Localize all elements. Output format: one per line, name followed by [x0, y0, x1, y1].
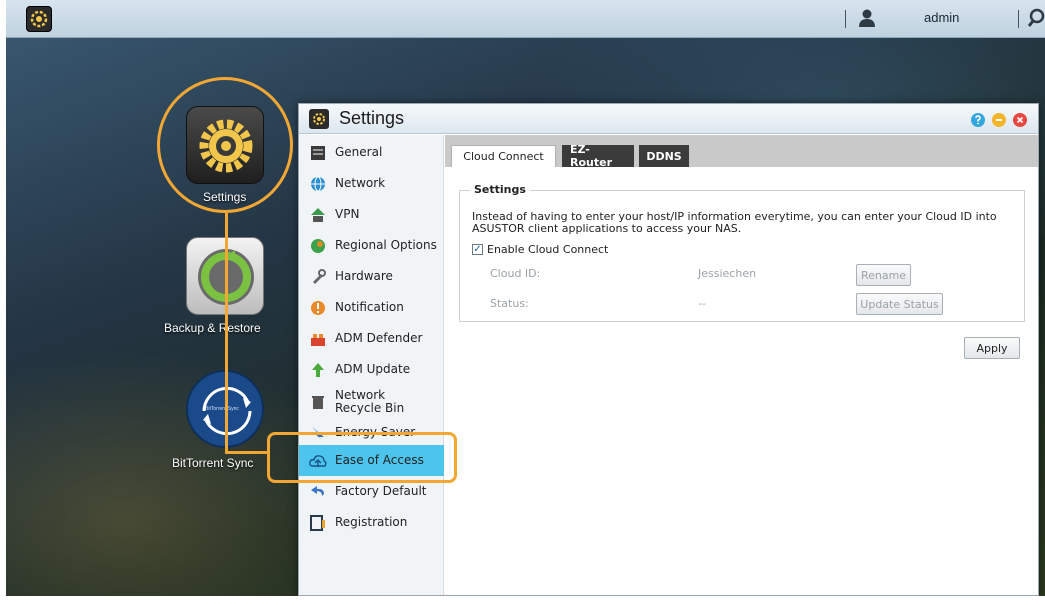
enable-cloud-connect-row[interactable]: ✓ Enable Cloud Connect [472, 243, 608, 256]
hardware-icon [309, 268, 327, 286]
app-label: BitTorrent Sync [172, 456, 254, 470]
enable-cloud-connect-checkbox[interactable]: ✓ [472, 244, 483, 255]
window-title: Settings [339, 108, 405, 128]
cloud-id-value: Jessiechen [698, 267, 757, 280]
regional-icon [309, 237, 327, 255]
settings-main-panel: Cloud Connect EZ-Router DDNS Settings In… [445, 135, 1038, 595]
gear-logo-icon [30, 10, 48, 28]
sidebar-item-adm-update[interactable]: ADM Update [299, 354, 444, 385]
settings-sidebar: General Network VPN Regional Options Har… [299, 135, 444, 595]
taskbar: admin [6, 0, 1045, 38]
sidebar-item-hardware[interactable]: Hardware [299, 261, 444, 292]
sidebar-item-network-recycle-bin[interactable]: Network Recycle Bin [299, 385, 444, 419]
sidebar-item-label: Regional Options [335, 238, 437, 252]
registration-icon [309, 514, 327, 532]
taskbar-separator [1018, 10, 1019, 28]
rename-button[interactable]: Rename [856, 264, 911, 286]
recycle-bin-icon [309, 393, 327, 411]
network-icon [309, 175, 327, 193]
sidebar-item-label: VPN [335, 207, 360, 221]
desktop: admin Settings Backup & Restore BitTorre… [6, 0, 1045, 596]
update-icon [309, 361, 327, 379]
search-icon[interactable] [1028, 8, 1045, 28]
settings-group-legend: Settings [470, 183, 530, 196]
help-icon [975, 115, 981, 125]
taskbar-separator [845, 10, 846, 28]
cloud-connect-description: Instead of having to enter your host/IP … [472, 210, 997, 235]
user-name[interactable]: admin [924, 10, 959, 25]
close-button[interactable] [1013, 113, 1027, 127]
settings-window: Settings General Network VPN Regional Op… [298, 103, 1039, 596]
status-value: -- [698, 297, 706, 310]
tab-bar: Cloud Connect EZ-Router DDNS [445, 135, 1038, 169]
status-label: Status: [490, 297, 529, 310]
cloud-id-label: Cloud ID: [490, 267, 541, 280]
gear-icon [313, 113, 325, 125]
help-button[interactable] [971, 113, 985, 127]
highlight-ring [157, 77, 293, 213]
sidebar-item-label: ADM Defender [335, 331, 423, 345]
window-titlebar[interactable]: Settings [299, 104, 1038, 134]
sidebar-item-label: Network [335, 176, 386, 190]
sidebar-item-label: General [335, 145, 383, 159]
highlight-connector [225, 451, 267, 454]
user-icon[interactable] [858, 8, 876, 28]
sidebar-item-registration[interactable]: Registration [299, 507, 444, 538]
sidebar-item-label: ADM Update [335, 362, 411, 376]
factory-icon [309, 483, 327, 501]
sidebar-item-adm-defender[interactable]: ADM Defender [299, 323, 444, 354]
close-icon [1016, 116, 1024, 124]
sidebar-item-general[interactable]: General [299, 137, 444, 168]
app-label: Backup & Restore [164, 321, 261, 335]
general-icon [309, 144, 327, 162]
defender-icon [309, 330, 327, 348]
sidebar-item-notification[interactable]: Notification [299, 292, 444, 323]
minimize-button[interactable] [992, 113, 1006, 127]
vpn-icon [309, 206, 327, 224]
enable-cloud-connect-label: Enable Cloud Connect [487, 243, 609, 256]
sidebar-item-vpn[interactable]: VPN [299, 199, 444, 230]
tab-ez-router[interactable]: EZ-Router [562, 143, 634, 169]
sidebar-item-regional-options[interactable]: Regional Options [299, 230, 444, 261]
bittorrent-badge: BitTorrent Sync [205, 406, 239, 412]
highlight-connector [225, 213, 228, 453]
sidebar-item-label: Network Recycle Bin [335, 388, 405, 415]
adm-menu-button[interactable] [26, 6, 52, 32]
sidebar-item-label: Factory Default [335, 484, 427, 498]
settings-window-icon [309, 109, 329, 129]
sidebar-item-network[interactable]: Network [299, 168, 444, 199]
sidebar-item-label: Hardware [335, 269, 393, 283]
apply-button[interactable]: Apply [964, 337, 1020, 359]
minimize-icon [996, 119, 1002, 121]
sidebar-item-label: Notification [335, 300, 404, 314]
highlight-box [267, 432, 457, 483]
notification-icon [309, 299, 327, 317]
tab-cloud-connect[interactable]: Cloud Connect [451, 145, 556, 167]
settings-group: Settings Instead of having to enter your… [459, 183, 1025, 322]
sidebar-item-label: Registration [335, 515, 408, 529]
update-status-button[interactable]: Update Status [856, 293, 943, 315]
tab-ddns[interactable]: DDNS [639, 145, 689, 167]
